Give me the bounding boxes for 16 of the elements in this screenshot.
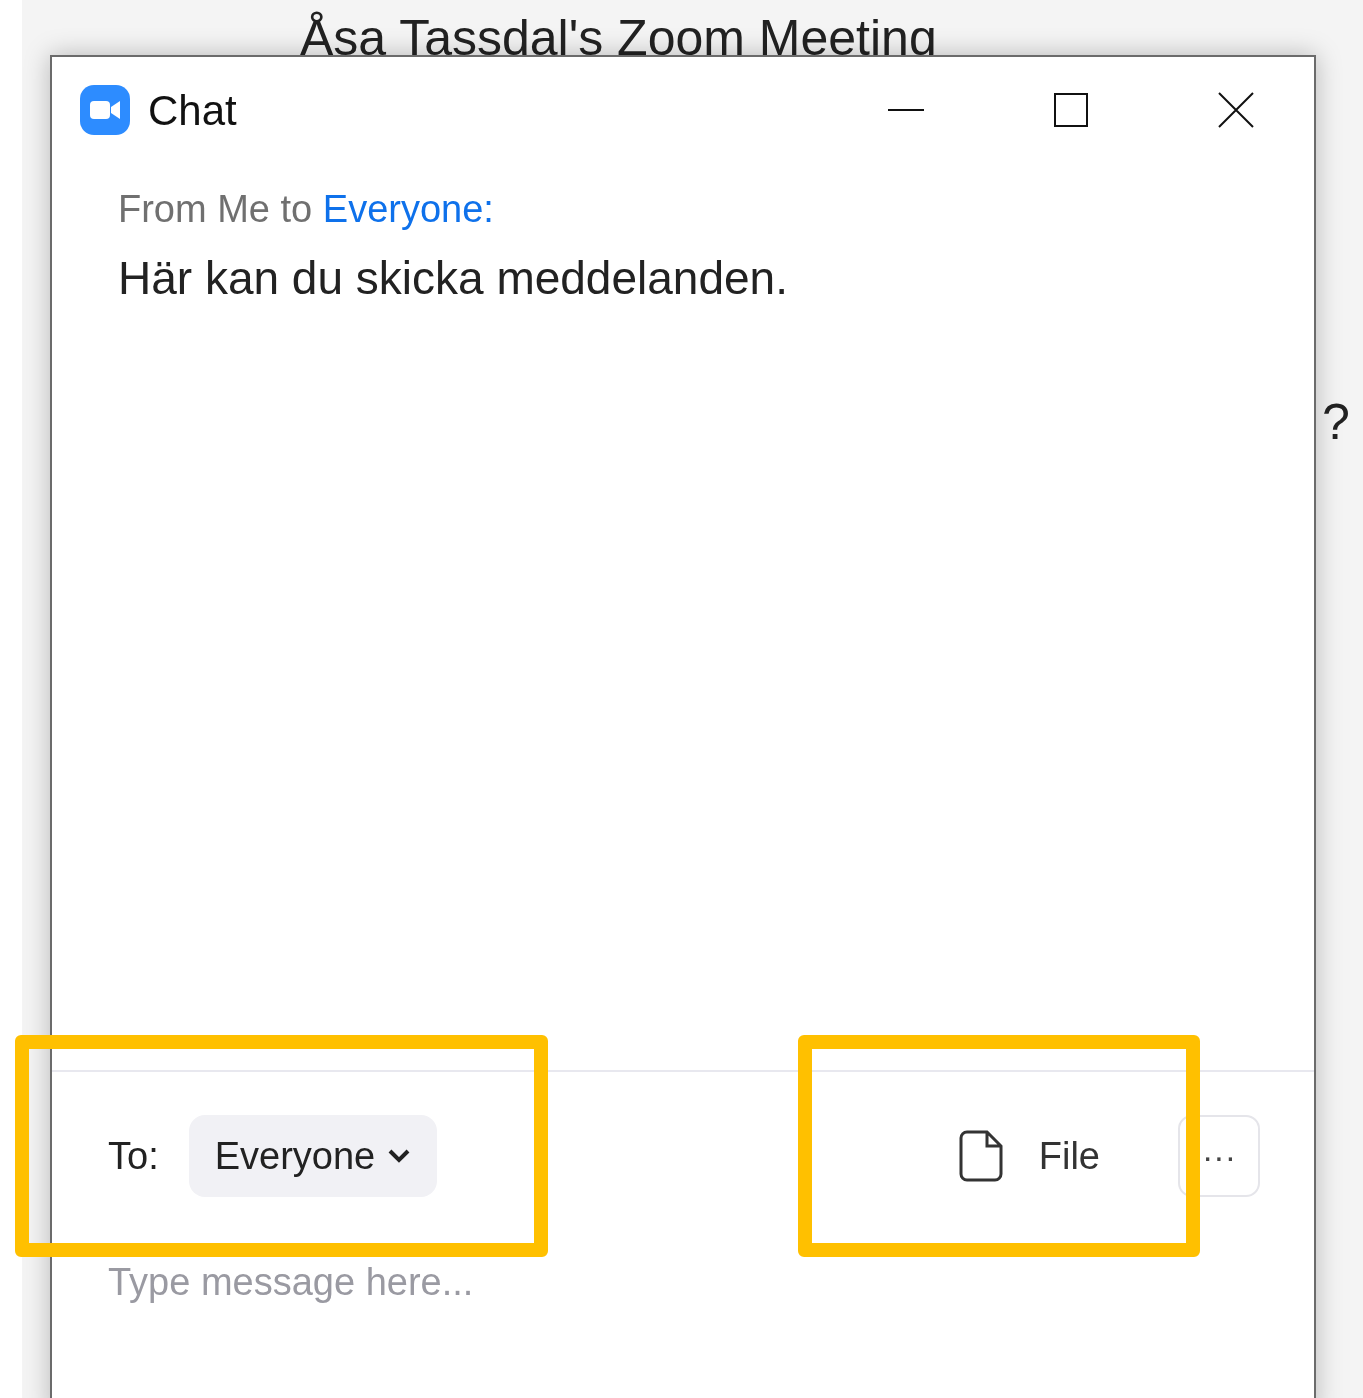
maximize-icon <box>1054 93 1088 127</box>
message-header: From Me to Everyone: <box>118 187 494 232</box>
message-input[interactable]: Type message here... <box>108 1257 588 1307</box>
minimize-icon <box>888 108 924 112</box>
meeting-title: Åsa Tassdal's Zoom Meeting <box>300 9 937 68</box>
window-title: Chat <box>148 85 237 136</box>
message-text: Här kan du skicka meddelanden. <box>118 251 788 306</box>
background-text: ? <box>1322 393 1350 452</box>
more-button[interactable]: ··· <box>1178 1115 1260 1197</box>
chevron-down-icon <box>387 1148 412 1164</box>
file-button[interactable]: File <box>958 1127 1100 1185</box>
recipient-label: To: <box>108 1133 159 1179</box>
file-icon <box>958 1130 1003 1182</box>
video-camera-icon <box>80 85 130 135</box>
recipient-dropdown[interactable]: Everyone <box>188 1115 438 1197</box>
close-icon <box>1218 92 1254 128</box>
